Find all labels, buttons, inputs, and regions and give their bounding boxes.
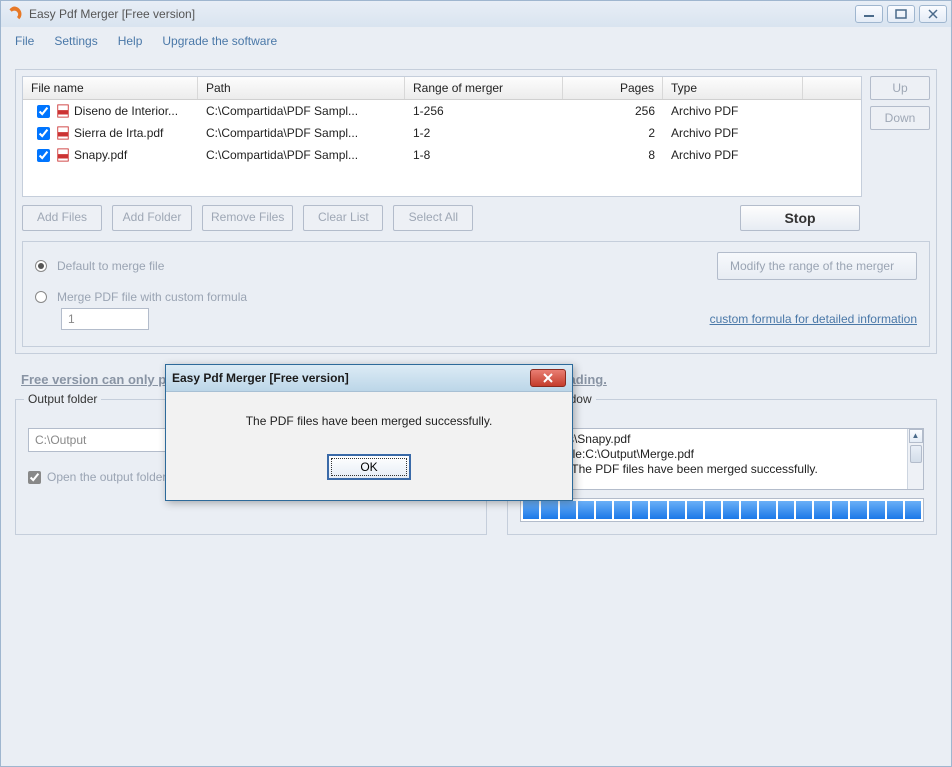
app-icon: [5, 5, 23, 23]
window-title: Easy Pdf Merger [Free version]: [29, 7, 851, 21]
row-checkbox[interactable]: [37, 149, 50, 162]
col-name[interactable]: File name: [23, 77, 198, 99]
dialog-titlebar: Easy Pdf Merger [Free version]: [166, 365, 572, 392]
dialog-close-button[interactable]: [530, 369, 566, 387]
select-all-button[interactable]: Select All: [393, 205, 473, 231]
add-folder-button[interactable]: Add Folder: [112, 205, 192, 231]
scrollbar[interactable]: ▲: [907, 429, 923, 489]
pdf-icon: [56, 126, 70, 140]
toolbar: Add Files Add Folder Remove Files Clear …: [22, 205, 930, 231]
success-dialog: Easy Pdf Merger [Free version] The PDF f…: [165, 364, 573, 501]
col-range[interactable]: Range of merger: [405, 77, 563, 99]
clear-list-button[interactable]: Clear List: [303, 205, 383, 231]
menu-help[interactable]: Help: [118, 34, 143, 48]
output-legend: Output folder: [24, 392, 101, 406]
col-pages[interactable]: Pages: [563, 77, 663, 99]
table-row[interactable]: Sierra de Irta.pdf C:\Compartida\PDF Sam…: [23, 122, 861, 144]
row-checkbox[interactable]: [37, 105, 50, 118]
close-icon: [542, 373, 554, 383]
menu-settings[interactable]: Settings: [54, 34, 97, 48]
state-line: Output file:C:\Output\Merge.pdf: [527, 447, 917, 462]
state-line: 9:36:41-The PDF files have been merged s…: [527, 462, 917, 477]
row-checkbox[interactable]: [37, 127, 50, 140]
formula-help-link[interactable]: custom formula for detailed information: [710, 312, 917, 326]
add-files-button[interactable]: Add Files: [22, 205, 102, 231]
file-table: File name Path Range of merger Pages Typ…: [22, 76, 862, 197]
titlebar: Easy Pdf Merger [Free version]: [1, 1, 951, 27]
table-header: File name Path Range of merger Pages Typ…: [23, 77, 861, 100]
remove-files-button[interactable]: Remove Files: [202, 205, 293, 231]
table-row[interactable]: Diseno de Interior... C:\Compartida\PDF …: [23, 100, 861, 122]
close-button[interactable]: [919, 5, 947, 23]
merge-options: Default to merge file Modify the range o…: [22, 241, 930, 347]
dialog-ok-button[interactable]: OK: [327, 454, 411, 480]
pdf-icon: [56, 148, 70, 162]
menubar: File Settings Help Upgrade the software: [1, 27, 951, 55]
progress-bar: [520, 498, 924, 522]
stop-button[interactable]: Stop: [740, 205, 860, 231]
custom-merge-label: Merge PDF file with custom formula: [57, 290, 247, 304]
scroll-up-icon[interactable]: ▲: [909, 429, 923, 443]
formula-input[interactable]: [61, 308, 149, 330]
menu-file[interactable]: File: [15, 34, 34, 48]
table-body: Diseno de Interior... C:\Compartida\PDF …: [23, 100, 861, 196]
radio-custom[interactable]: [35, 291, 47, 303]
minimize-button[interactable]: [855, 5, 883, 23]
down-button[interactable]: Down: [870, 106, 930, 130]
dialog-message: The PDF files have been merged successfu…: [184, 414, 554, 428]
main-window: Easy Pdf Merger [Free version] File Sett…: [0, 0, 952, 767]
default-merge-label: Default to merge file: [57, 259, 164, 273]
pdf-icon: [56, 104, 70, 118]
col-path[interactable]: Path: [198, 77, 405, 99]
up-button[interactable]: Up: [870, 76, 930, 100]
dialog-title: Easy Pdf Merger [Free version]: [172, 371, 530, 385]
table-row[interactable]: Snapy.pdf C:\Compartida\PDF Sampl... 1-8…: [23, 144, 861, 166]
file-panel: File name Path Range of merger Pages Typ…: [15, 69, 937, 354]
radio-default[interactable]: [35, 260, 47, 272]
state-log[interactable]: Samples\Snapy.pdf Output file:C:\Output\…: [520, 428, 924, 490]
modify-range-button[interactable]: Modify the range of the merger: [717, 252, 917, 280]
col-type[interactable]: Type: [663, 77, 803, 99]
menu-upgrade[interactable]: Upgrade the software: [162, 34, 277, 48]
scroll-thumb[interactable]: [910, 445, 922, 463]
maximize-button[interactable]: [887, 5, 915, 23]
open-when-done-checkbox[interactable]: [28, 471, 41, 484]
state-line: Samples\Snapy.pdf: [527, 432, 917, 447]
